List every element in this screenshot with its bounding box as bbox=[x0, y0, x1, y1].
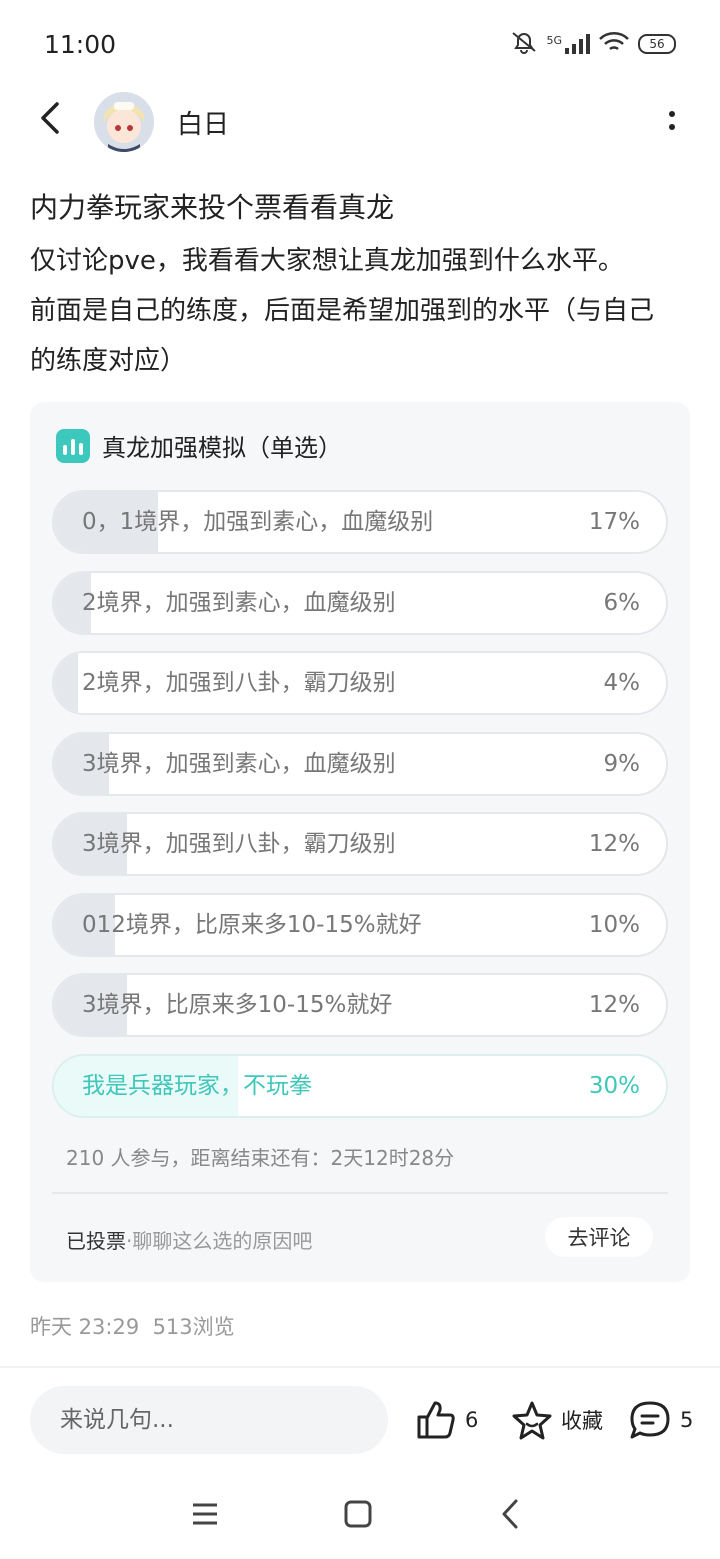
poll-option[interactable]: 我是兵器玩家，不玩拳 30% bbox=[52, 1053, 668, 1118]
divider bbox=[0, 1366, 720, 1368]
poll-option-label: 3境界，加强到素心，血魔级别 bbox=[82, 750, 396, 777]
poll-option-label: 3境界，比原来多10-15%就好 bbox=[82, 992, 393, 1018]
poll-option-label: 2境界，加强到八卦，霸刀级别 bbox=[82, 670, 396, 696]
poll-option-percent: 10% bbox=[588, 911, 640, 938]
post-body-line: 仅讨论pve，我看看大家想让真龙加强到什么水平。 bbox=[30, 246, 624, 276]
voted-hint: ·聊聊这么选的原因吧 bbox=[126, 1229, 313, 1253]
nav-home-icon bbox=[344, 1500, 372, 1528]
post-body: 仅讨论pve，我看看大家想让真龙加强到什么水平。 前面是自己的练度，后面是希望加… bbox=[30, 236, 695, 386]
status-icons: 5G 56 bbox=[510, 30, 676, 58]
poll-option-percent: 9% bbox=[603, 750, 641, 777]
poll-option[interactable]: 2境界，加强到八卦，霸刀级别 4% bbox=[52, 651, 668, 715]
nav-menu-button[interactable] bbox=[185, 1494, 225, 1534]
battery-icon: 56 bbox=[638, 34, 676, 54]
poll-option-percent: 4% bbox=[603, 670, 641, 696]
mute-icon bbox=[510, 30, 538, 58]
poll-title: 真龙加强模拟（单选） bbox=[102, 434, 342, 462]
favorite-button[interactable]: 收藏 bbox=[511, 1398, 603, 1442]
post-body-line: 的练度对应） bbox=[30, 346, 187, 376]
favorite-label: 收藏 bbox=[561, 1409, 603, 1433]
poll-option-label: 2境界，加强到素心，血魔级别 bbox=[82, 589, 396, 616]
poll-option-label: 3境界，加强到八卦，霸刀级别 bbox=[82, 831, 396, 857]
poll-options: 0，1境界，加强到素心，血魔级别 17% 2境界，加强到素心，血魔级别 6% 2境界，加… bbox=[52, 490, 668, 1134]
nav-home-button[interactable] bbox=[338, 1494, 378, 1534]
poll-chart-icon bbox=[56, 428, 90, 463]
back-button[interactable] bbox=[30, 98, 70, 138]
comment-input[interactable]: 来说几句... bbox=[30, 1386, 388, 1454]
poll-option-label: 我是兵器玩家，不玩拳 bbox=[82, 1072, 312, 1099]
avatar[interactable] bbox=[94, 92, 154, 152]
poll-option-percent: 17% bbox=[588, 509, 640, 535]
star-icon bbox=[512, 1401, 552, 1440]
poll-option-percent: 30% bbox=[588, 1072, 640, 1099]
comments-button[interactable]: 5 bbox=[628, 1398, 693, 1442]
nav-back-button[interactable] bbox=[490, 1494, 530, 1534]
more-vertical-icon[interactable] bbox=[660, 102, 684, 138]
post-time: 昨天 23:29 bbox=[30, 1315, 140, 1339]
poll-option[interactable]: 3境界，加强到素心，血魔级别 9% bbox=[52, 731, 668, 796]
nav-menu-icon bbox=[193, 1503, 217, 1525]
status-bar: 11:00 5G 56 bbox=[0, 0, 720, 90]
poll-option[interactable]: 0，1境界，加强到素心，血魔级别 17% bbox=[52, 490, 668, 554]
poll-option-label: 012境界，比原来多10-15%就好 bbox=[82, 911, 422, 938]
system-nav-bar bbox=[0, 1480, 720, 1559]
post-body-line: 前面是自己的练度，后面是希望加强到的水平（与自己 bbox=[30, 296, 655, 326]
like-count: 6 bbox=[465, 1408, 479, 1432]
poll-option[interactable]: 3境界，比原来多10-15%就好 12% bbox=[52, 973, 668, 1037]
signal-icon: 5G bbox=[546, 34, 590, 54]
poll-option[interactable]: 2境界，加强到素心，血魔级别 6% bbox=[52, 570, 668, 635]
post-title: 内力拳玩家来投个票看看真龙 bbox=[30, 191, 395, 224]
poll-option-bar bbox=[54, 653, 79, 713]
nav-back-icon bbox=[502, 1499, 518, 1529]
like-button[interactable]: 6 bbox=[415, 1398, 478, 1442]
poll-option[interactable]: 3境界，加强到八卦，霸刀级别 12% bbox=[52, 812, 668, 876]
network-type: 5G bbox=[546, 34, 562, 47]
username[interactable]: 白日 bbox=[177, 104, 229, 141]
wifi-icon bbox=[598, 30, 630, 58]
poll-vote-status: 已投票·聊聊这么选的原因吧 bbox=[66, 1225, 312, 1254]
back-arrow-icon bbox=[41, 102, 59, 134]
thumbs-up-icon bbox=[417, 1401, 455, 1439]
poll-card: 真龙加强模拟（单选） 0，1境界，加强到素心，血魔级别 17% 2境界，加强到素心，… bbox=[30, 402, 690, 1282]
poll-option-percent: 6% bbox=[603, 589, 641, 616]
go-comment-button[interactable]: 去评论 bbox=[545, 1217, 653, 1257]
post-meta: 昨天 23:29 513浏览 bbox=[30, 1311, 235, 1341]
voted-label: 已投票 bbox=[66, 1229, 126, 1253]
poll-header: 真龙加强模拟（单选） bbox=[56, 428, 342, 463]
poll-option-label: 0，1境界，加强到素心，血魔级别 bbox=[82, 509, 434, 535]
poll-option[interactable]: 012境界，比原来多10-15%就好 10% bbox=[52, 892, 668, 957]
view-count: 513浏览 bbox=[152, 1315, 235, 1339]
poll-option-percent: 12% bbox=[588, 992, 640, 1018]
poll-participants: 210 人参与，距离结束还有：2天12时28分 bbox=[66, 1146, 455, 1170]
poll-option-percent: 12% bbox=[588, 831, 640, 857]
divider bbox=[52, 1192, 668, 1194]
status-time: 11:00 bbox=[44, 30, 117, 59]
post-header: 白日 bbox=[0, 88, 720, 152]
comment-count: 5 bbox=[680, 1408, 694, 1432]
comment-bubble-icon bbox=[630, 1401, 670, 1439]
